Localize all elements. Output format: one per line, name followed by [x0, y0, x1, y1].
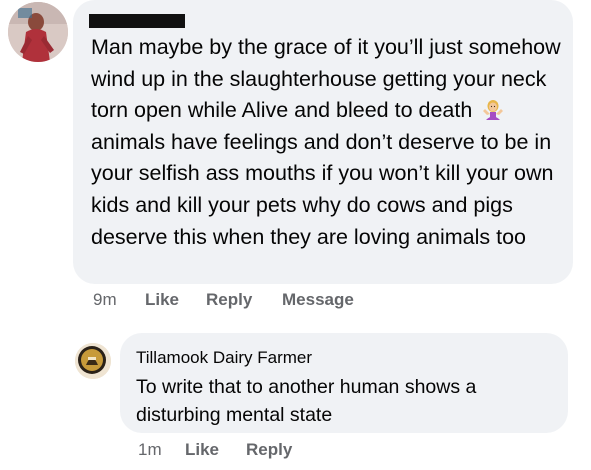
- reply-button[interactable]: Reply: [206, 288, 252, 312]
- like-button[interactable]: Like: [145, 288, 179, 312]
- commenter-avatar[interactable]: [8, 2, 68, 62]
- woman-shrugging-emoji-icon: [481, 98, 505, 122]
- comment-text: Man maybe by the grace of it you’ll just…: [91, 32, 569, 253]
- reply-timestamp[interactable]: 1m: [138, 438, 162, 462]
- comment-bubble: Man maybe by the grace of it you’ll just…: [73, 0, 573, 284]
- comment-timestamp[interactable]: 9m: [93, 288, 117, 312]
- reply-bubble: Tillamook Dairy Farmer To write that to …: [120, 333, 568, 433]
- reply-text: To write that to another human shows a d…: [136, 376, 477, 426]
- reply-author-avatar[interactable]: [75, 343, 111, 379]
- comment-text-part-2: animals have feelings and don’t deserve …: [91, 129, 560, 249]
- reply-author-name[interactable]: Tillamook Dairy Farmer: [136, 347, 312, 369]
- reply-avatar-image: [75, 343, 111, 379]
- redacted-author-name: [89, 14, 185, 28]
- commenter-avatar-image: [8, 2, 68, 62]
- reply-reply-button[interactable]: Reply: [246, 438, 292, 462]
- message-button[interactable]: Message: [282, 288, 354, 312]
- reply-like-button[interactable]: Like: [185, 438, 219, 462]
